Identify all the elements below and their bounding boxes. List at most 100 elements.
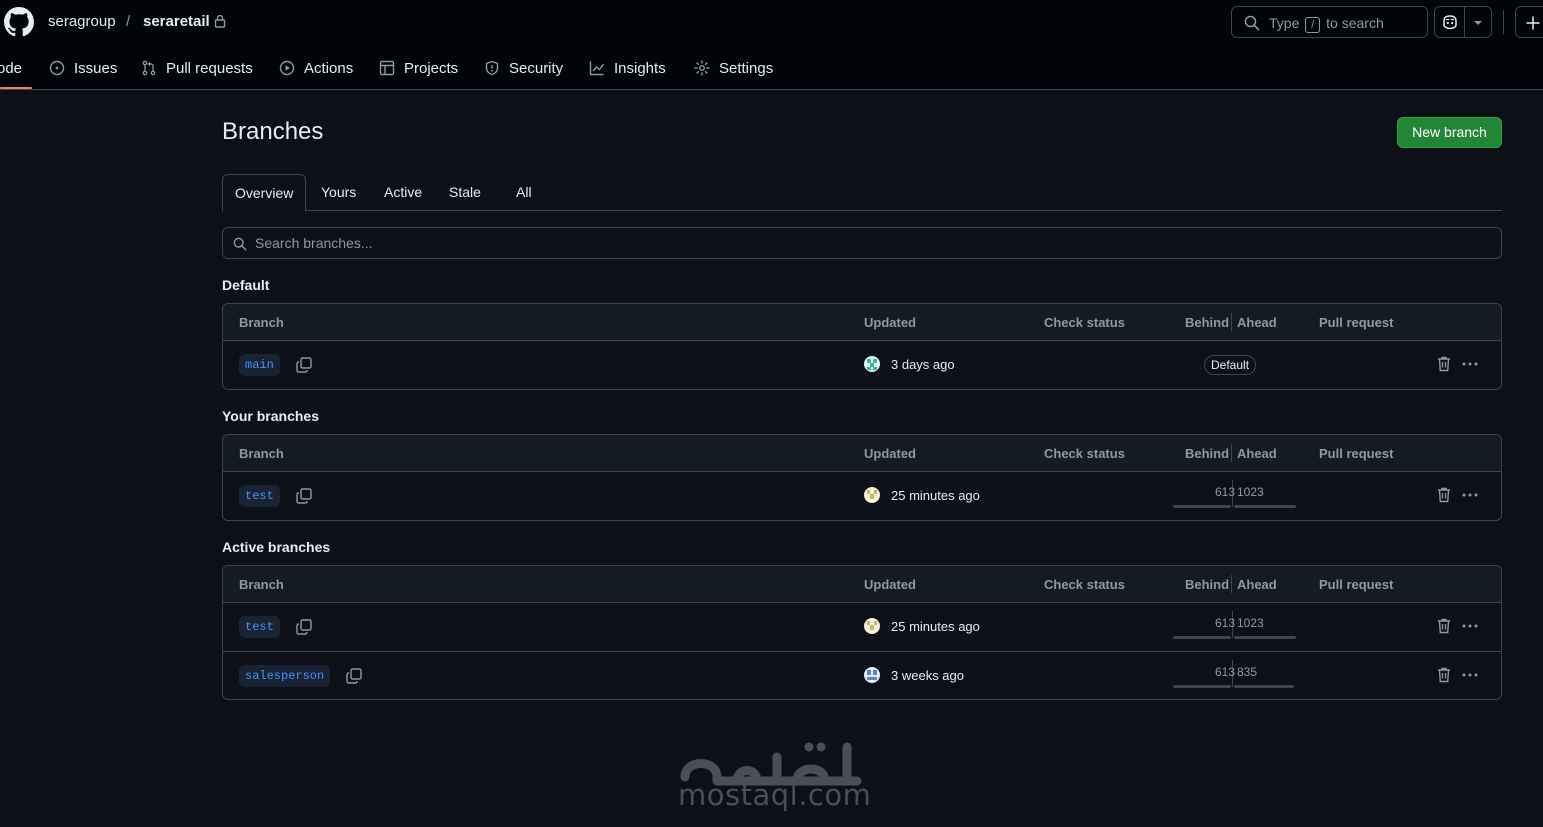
default-branches-table: Branch Updated Check status Behind Ahead… [222,303,1502,390]
section-title-default: Default [222,277,270,293]
your-branches-table: Branch Updated Check status Behind Ahead… [222,434,1502,521]
column-check-status: Check status [1044,446,1125,461]
copy-icon[interactable] [295,356,313,374]
page-title: Branches [222,118,324,145]
top-bar: seragroup / seraretail Type / to search [0,0,1543,44]
nav-tab-security[interactable]: Security [484,58,563,78]
section-title-active-branches: Active branches [222,539,331,555]
table-row: main 3 days ago Default [223,341,1501,389]
pull-request-icon [142,60,156,76]
avatar[interactable] [864,487,880,503]
nav-tab-label: Issues [74,59,118,77]
search-placeholder-before: Type [1269,15,1300,31]
copilot-button[interactable] [1434,6,1492,38]
copy-icon[interactable] [345,667,363,685]
avatar-identicon [864,356,880,372]
breadcrumb-owner[interactable]: seragroup [48,13,116,30]
column-behind: Behind [1185,577,1230,592]
branch-name[interactable]: main [239,354,280,376]
updated-time: 3 weeks ago [891,668,964,683]
table-header: Branch Updated Check status Behind Ahead… [223,304,1501,341]
nav-tab-actions[interactable]: Actions [279,58,353,78]
avatar-identicon [864,618,880,634]
kebab-horizontal-icon[interactable] [1461,355,1479,373]
copilot-divider [1464,7,1465,37]
search-branches-input[interactable] [255,233,1485,253]
nav-tab-settings[interactable]: Settings [694,58,773,78]
tab-overview[interactable]: Overview [222,174,307,212]
updated-time: 25 minutes ago [891,488,980,503]
tab-stale[interactable]: Stale [437,174,493,211]
ahead-bar [1234,636,1296,639]
trash-icon[interactable] [1436,666,1452,684]
branch-tabs: Overview Yours Active Stale All [222,174,1502,212]
kebab-horizontal-icon[interactable] [1461,617,1479,635]
branch-name[interactable]: test [239,485,280,507]
avatar[interactable] [864,667,880,683]
column-divider [1231,444,1232,462]
column-divider [1231,313,1232,331]
branch-search [222,227,1502,259]
branch-name[interactable]: test [239,616,280,638]
behind-count: 613 [1214,616,1235,630]
default-badge: Default [1204,355,1257,375]
nav-tab-label: Pull requests [166,59,253,77]
column-updated: Updated [864,315,916,330]
kebab-horizontal-icon[interactable] [1461,486,1479,504]
nav-tab-pull-requests[interactable]: Pull requests [141,58,253,78]
github-logo-icon[interactable] [4,7,34,37]
updated-time: 25 minutes ago [891,619,980,634]
table-row: test 25 minutes ago 613 1023 [223,603,1501,651]
active-branches-table: Branch Updated Check status Behind Ahead… [222,565,1502,700]
column-behind: Behind [1185,315,1230,330]
behind-count: 613 [1214,665,1235,679]
issue-icon [49,60,65,76]
behind-count: 613 [1214,485,1235,499]
copy-icon[interactable] [295,487,313,505]
ahead-bar [1234,685,1294,688]
column-updated: Updated [864,446,916,461]
tab-yours[interactable]: Yours [309,174,368,211]
tab-all[interactable]: All [504,174,544,211]
create-new-button[interactable] [1515,6,1543,38]
column-divider [1231,575,1232,593]
column-ahead: Ahead [1237,577,1277,592]
nav-tab-code[interactable]: ode [0,58,22,78]
trash-icon[interactable] [1436,486,1452,504]
behind-bar [1173,505,1231,508]
trash-icon[interactable] [1436,617,1452,635]
column-updated: Updated [864,577,916,592]
nav-active-underline [0,87,32,89]
branch-name[interactable]: salesperson [239,665,331,687]
search-icon [233,237,247,251]
lock-icon [214,14,226,28]
plus-icon [1526,16,1540,30]
column-pull-request: Pull request [1319,446,1394,461]
avatar-identicon [864,667,880,683]
breadcrumb-repo[interactable]: seraretail [143,13,210,30]
table-header: Branch Updated Check status Behind Ahead… [223,435,1501,472]
global-search[interactable]: Type / to search [1231,6,1428,38]
kebab-horizontal-icon[interactable] [1461,666,1479,684]
chevron-down-icon[interactable] [1473,19,1483,27]
section-title-your-branches: Your branches [222,408,319,424]
nav-tab-label: Actions [304,59,354,77]
nav-tab-insights[interactable]: Insights [589,58,666,78]
search-icon [1244,15,1260,31]
nav-tab-issues[interactable]: Issues [49,58,117,78]
nav-tab-projects[interactable]: Projects [379,58,458,78]
avatar[interactable] [864,356,880,372]
copy-icon[interactable] [295,618,313,636]
new-branch-button[interactable]: New branch [1397,117,1502,148]
search-placeholder-after: to search [1326,15,1384,31]
avatar[interactable] [864,618,880,634]
column-pull-request: Pull request [1319,577,1394,592]
table-row: salesperson 3 weeks ago 613 835 [223,651,1501,699]
column-ahead: Ahead [1237,315,1277,330]
ahead-count: 1023 [1237,485,1264,499]
play-icon [279,60,295,76]
column-behind: Behind [1185,446,1230,461]
updated-time: 3 days ago [891,357,955,372]
tab-active[interactable]: Active [372,174,434,211]
trash-icon[interactable] [1436,355,1452,373]
